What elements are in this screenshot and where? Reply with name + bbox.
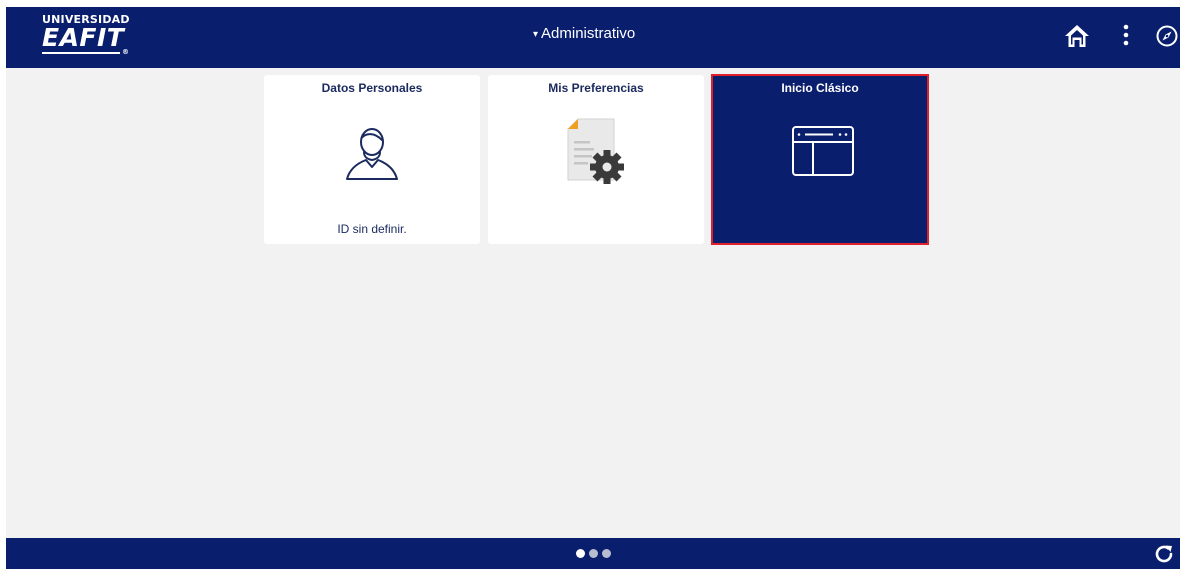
header-bar: UNIVERSIDAD EAFIT ® ▾ Administrativo	[6, 7, 1180, 68]
actions-menu-icon[interactable]	[1119, 23, 1133, 49]
classic-window-icon	[792, 126, 854, 176]
refresh-icon[interactable]	[1153, 543, 1175, 565]
logo-line2: EAFIT ®	[42, 23, 138, 56]
navbar-compass-icon[interactable]	[1155, 24, 1179, 48]
tile-mis-preferencias[interactable]: Mis Preferencias	[488, 75, 704, 244]
homepage-selector-label: Administrativo	[541, 25, 636, 42]
eafit-logo[interactable]: UNIVERSIDAD EAFIT ®	[42, 14, 138, 58]
homepage-selector[interactable]: ▾ Administrativo	[533, 25, 635, 42]
footer-bar	[6, 538, 1180, 569]
caret-down-icon: ▾	[533, 29, 539, 40]
app-frame: UNIVERSIDAD EAFIT ® ▾ Administrativo Datos…	[6, 7, 1180, 569]
page-dot-1[interactable]	[576, 549, 585, 558]
logo-underline	[42, 52, 120, 54]
tile-title: Inicio Clásico	[781, 81, 859, 95]
tile-datos-personales[interactable]: Datos Personales ID sin definir.	[264, 75, 480, 244]
page-dot-3[interactable]	[602, 549, 611, 558]
person-icon	[346, 128, 398, 180]
page-indicator	[576, 549, 611, 558]
tile-inicio-clasico[interactable]: Inicio Clásico	[711, 74, 929, 245]
document-gear-icon	[567, 118, 624, 184]
tile-title: Mis Preferencias	[548, 81, 644, 95]
tile-title: Datos Personales	[321, 81, 423, 95]
tile-footer-text: ID sin definir.	[337, 222, 407, 236]
home-icon[interactable]	[1064, 23, 1090, 49]
logo-wordmark: EAFIT	[42, 23, 125, 52]
logo-registered-mark: ®	[122, 48, 130, 56]
page-dot-2[interactable]	[589, 549, 598, 558]
